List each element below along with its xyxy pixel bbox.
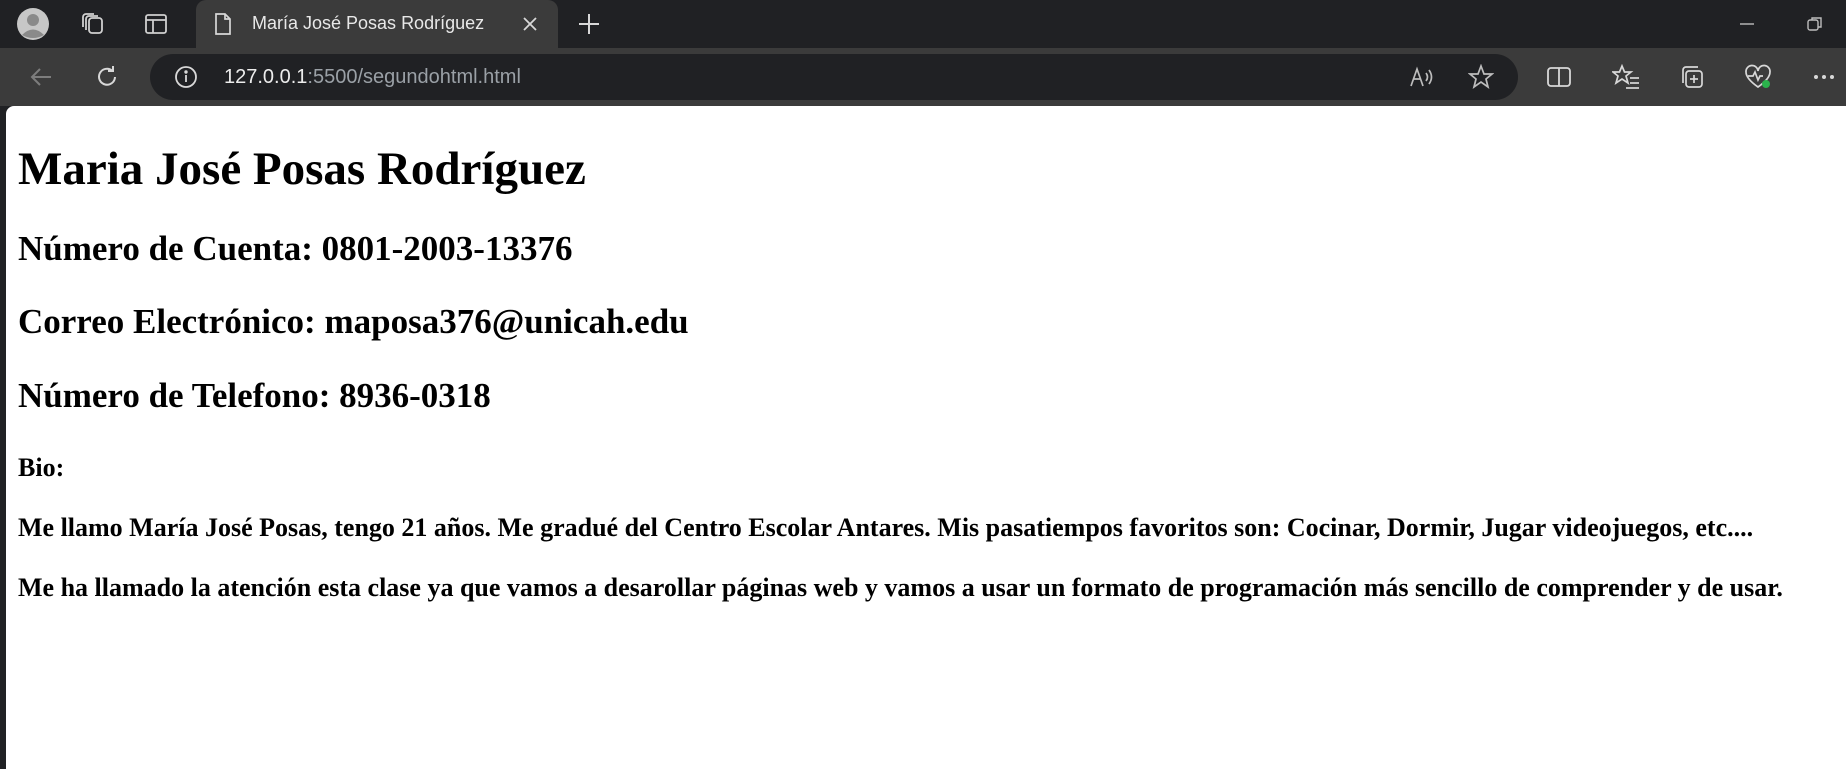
phone-heading: Número de Telefono: 8936-0318 [18, 375, 491, 415]
restore-icon[interactable] [1797, 6, 1833, 42]
bio-paragraph-2: Me ha llamado la atención esta clase ya … [18, 573, 1783, 603]
workspaces-icon[interactable] [75, 6, 111, 42]
browser-toolbar: 127.0.0.1:5500/segundohtml.html [0, 48, 1846, 106]
star-icon[interactable] [1467, 63, 1495, 95]
name-heading: Maria José Posas Rodríguez [18, 143, 586, 195]
url-path: :5500/segundohtml.html [307, 66, 521, 88]
minimize-icon[interactable] [1729, 6, 1765, 42]
account-number-heading: Número de Cuenta: 0801-2003-13376 [18, 229, 573, 269]
page-icon [213, 12, 233, 41]
refresh-icon[interactable] [89, 59, 125, 95]
info-icon[interactable] [174, 65, 198, 94]
back-arrow-icon[interactable] [23, 59, 59, 95]
url-host: 127.0.0.1 [224, 66, 308, 88]
heart-pulse-icon[interactable] [1740, 59, 1776, 95]
more-icon[interactable] [1806, 59, 1842, 95]
page-content: Maria José Posas Rodríguez Número de Cue… [6, 106, 1846, 603]
tab-actions-icon[interactable] [138, 6, 174, 42]
address-bar[interactable]: 127.0.0.1:5500/segundohtml.html [150, 54, 1518, 100]
read-aloud-icon[interactable] [1409, 65, 1435, 94]
bio-label: Bio: [18, 452, 65, 482]
favorites-icon[interactable] [1608, 59, 1644, 95]
page-viewport: Maria José Posas Rodríguez Número de Cue… [6, 106, 1846, 769]
profile-avatar-icon[interactable] [15, 6, 51, 42]
collections-icon[interactable] [1674, 59, 1710, 95]
browser-titlebar: María José Posas Rodríguez [0, 0, 1846, 48]
active-tab[interactable]: María José Posas Rodríguez [196, 0, 558, 48]
tab-title: María José Posas Rodríguez [252, 13, 485, 33]
split-screen-icon[interactable] [1541, 59, 1577, 95]
close-icon[interactable] [520, 14, 540, 39]
plus-icon[interactable] [571, 6, 607, 42]
url-text[interactable]: 127.0.0.1:5500/segundohtml.html [224, 66, 521, 89]
bio-paragraph-1: Me llamo María José Posas, tengo 21 años… [18, 512, 1754, 542]
email-heading: Correo Electrónico: maposa376@unicah.edu [18, 302, 689, 342]
